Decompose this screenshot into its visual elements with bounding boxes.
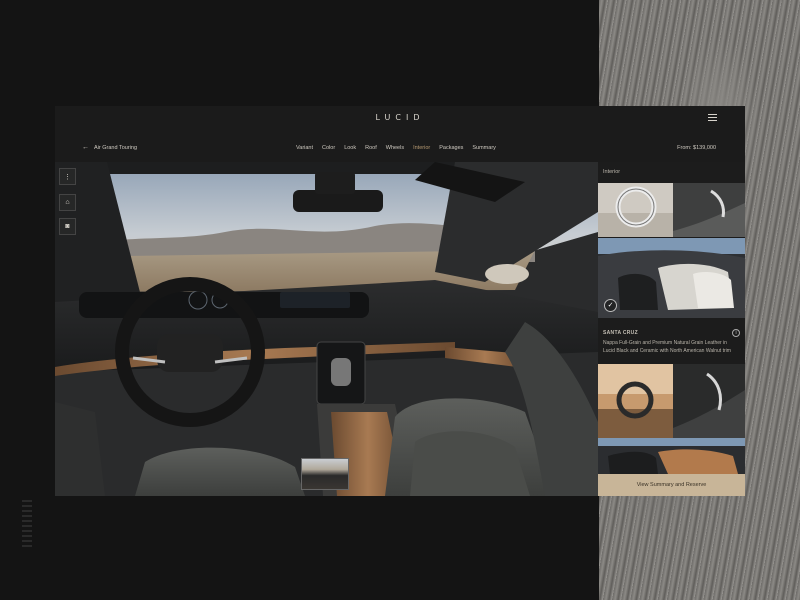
interior-render <box>55 162 598 496</box>
interior-option-2-preview[interactable] <box>598 438 745 474</box>
selected-interior-preview[interactable]: ✓ <box>598 238 745 318</box>
more-vertical-icon[interactable]: ⋮ <box>59 168 76 185</box>
panel-title: Interior <box>603 169 621 175</box>
back-link[interactable]: ← Air Grand Touring <box>82 144 137 151</box>
top-bar: LUCID ← Air Grand Touring Variant Color … <box>55 106 745 162</box>
trim-name: SANTA CRUZ <box>603 330 638 336</box>
door-panel-image <box>673 183 745 237</box>
price-label: From: $139,000 <box>677 145 716 151</box>
car-exterior-icon[interactable]: ⌂ <box>59 194 76 211</box>
hamburger-menu-icon[interactable] <box>708 114 717 122</box>
nav-item-roof[interactable]: Roof <box>365 145 377 151</box>
interior-3d-viewer[interactable]: ⋮ ⌂ ◙ <box>55 162 598 496</box>
view-summary-reserve-button[interactable]: View Summary and Reserve <box>598 474 745 496</box>
nav-item-packages[interactable]: Packages <box>439 145 463 151</box>
view-thumbnail[interactable] <box>301 458 349 490</box>
camera-icon[interactable]: ◙ <box>59 218 76 235</box>
lucid-logo[interactable]: LUCID <box>360 113 440 122</box>
material-swatch-image <box>598 183 673 237</box>
door-panel-image-2 <box>673 364 745 438</box>
config-steps-nav: Variant Color Look Roof Wheels Interior … <box>296 145 496 151</box>
side-decoration <box>22 500 32 550</box>
arrow-left-icon: ← <box>82 144 89 151</box>
nav-item-wheels[interactable]: Wheels <box>386 145 404 151</box>
nav-item-summary[interactable]: Summary <box>472 145 496 151</box>
nav-item-color[interactable]: Color <box>322 145 335 151</box>
landscape-swatch-image <box>598 364 673 438</box>
info-icon[interactable]: i <box>732 329 740 337</box>
nav-item-variant[interactable]: Variant <box>296 145 313 151</box>
trim-description: Nappa Full-Grain and Premium Natural Gra… <box>603 340 731 354</box>
nav-item-interior[interactable]: Interior <box>413 145 430 151</box>
nav-item-look[interactable]: Look <box>344 145 356 151</box>
configurator-window: LUCID ← Air Grand Touring Variant Color … <box>55 106 745 496</box>
back-link-label: Air Grand Touring <box>94 144 138 151</box>
interior-options-panel: Interior ✓ SANTA CRUZ i Nappa Full-Grain… <box>598 162 745 496</box>
interior-option-2-images[interactable] <box>598 364 745 438</box>
interior-option-1-images[interactable] <box>598 183 745 237</box>
selected-check-icon: ✓ <box>604 299 617 312</box>
